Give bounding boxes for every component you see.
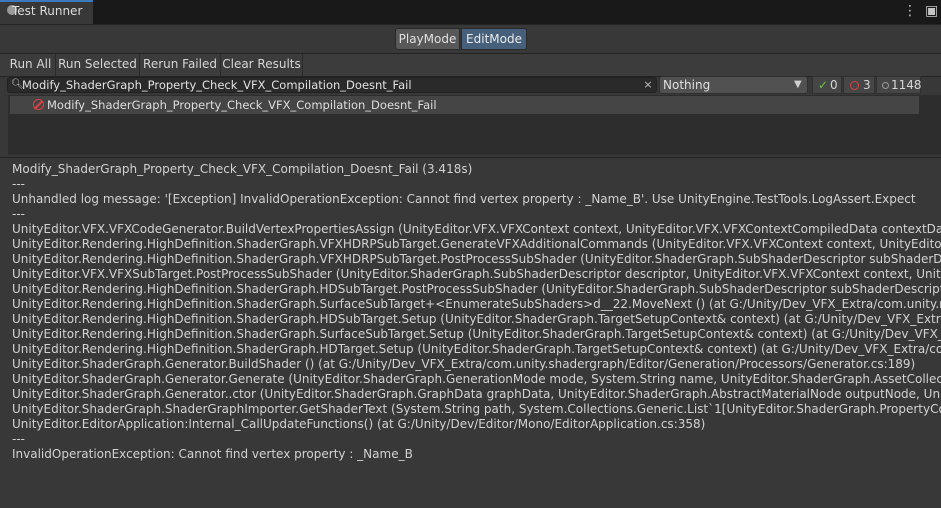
details-line: UnityEditor.Rendering.HighDefinition.Sha… [12,282,941,296]
details-line: --- [12,207,25,221]
test-failed-icon [33,99,44,110]
passed-filter-toggle[interactable]: ✓ 0 [812,76,842,94]
details-line: UnityEditor.ShaderGraph.ShaderGraphImpor… [12,402,941,416]
run-all-button[interactable]: Run All [6,54,56,76]
search-icon: 🔍︎ [11,79,24,90]
tree-item-label: Modify_ShaderGraph_Property_Check_VFX_Co… [47,98,437,112]
skipped-filter-toggle[interactable]: 1148 [876,76,922,94]
details-line: UnityEditor.Rendering.HighDefinition.Sha… [12,252,941,266]
details-text: Modify_ShaderGraph_Property_Check_VFX_Co… [12,162,941,462]
details-line: UnityEditor.ShaderGraph.Generator.Genera… [12,372,941,386]
test-details-pane: Modify_ShaderGraph_Property_Check_VFX_Co… [0,157,941,508]
details-line: Modify_ShaderGraph_Property_Check_VFX_Co… [12,162,473,176]
details-line: UnityEditor.Rendering.HighDefinition.Sha… [12,237,941,251]
failed-icon [850,81,859,90]
details-line: InvalidOperationException: Cannot find v… [12,447,413,461]
search-value: Modify_ShaderGraph_Property_Check_VFX_Co… [22,78,412,92]
details-line: UnityEditor.VFX.VFXCodeGenerator.BuildVe… [12,222,941,236]
failed-count: 3 [863,78,871,92]
check-icon: ✓ [818,78,829,92]
more-options-icon[interactable]: ⋮ [903,3,917,19]
skipped-count: 1148 [891,78,922,92]
dropdown-arrow-icon: ▼ [794,79,802,90]
details-line: UnityEditor.Rendering.HighDefinition.Sha… [12,312,941,326]
maximize-icon[interactable]: ▣ [925,3,941,19]
tab-title: Test Runner [12,4,83,18]
details-line: UnityEditor.ShaderGraph.Generator.BuildS… [12,357,916,371]
details-line: UnityEditor.EditorApplication:Internal_C… [12,417,706,431]
passed-count: 0 [830,78,838,92]
run-selected-button[interactable]: Run Selected [56,54,140,76]
rerun-failed-button[interactable]: Rerun Failed [140,54,221,76]
details-line: Unhandled log message: '[Exception] Inva… [12,192,916,206]
not-run-icon [882,82,889,89]
toolbar: Run All Run Selected Rerun Failed Clear … [0,53,941,77]
playmode-tab[interactable]: PlayMode [395,28,460,50]
details-line: UnityEditor.VFX.VFXSubTarget.PostProcess… [12,267,941,281]
category-filter-value: Nothing [663,78,711,92]
editmode-tab[interactable]: EditMode [461,28,527,50]
window-tab-bar [0,0,941,25]
failed-filter-toggle[interactable]: 3 [843,76,875,94]
details-line: UnityEditor.Rendering.HighDefinition.Sha… [12,327,941,341]
details-line: UnityEditor.Rendering.HighDefinition.Sha… [12,297,941,311]
clear-search-icon[interactable]: × [642,77,654,93]
details-line: --- [12,432,25,446]
details-line: UnityEditor.Rendering.HighDefinition.Sha… [12,342,941,356]
clear-results-button[interactable]: Clear Results [221,54,303,76]
details-line: --- [12,177,25,191]
details-line: UnityEditor.ShaderGraph.Generator..ctor … [12,387,941,401]
